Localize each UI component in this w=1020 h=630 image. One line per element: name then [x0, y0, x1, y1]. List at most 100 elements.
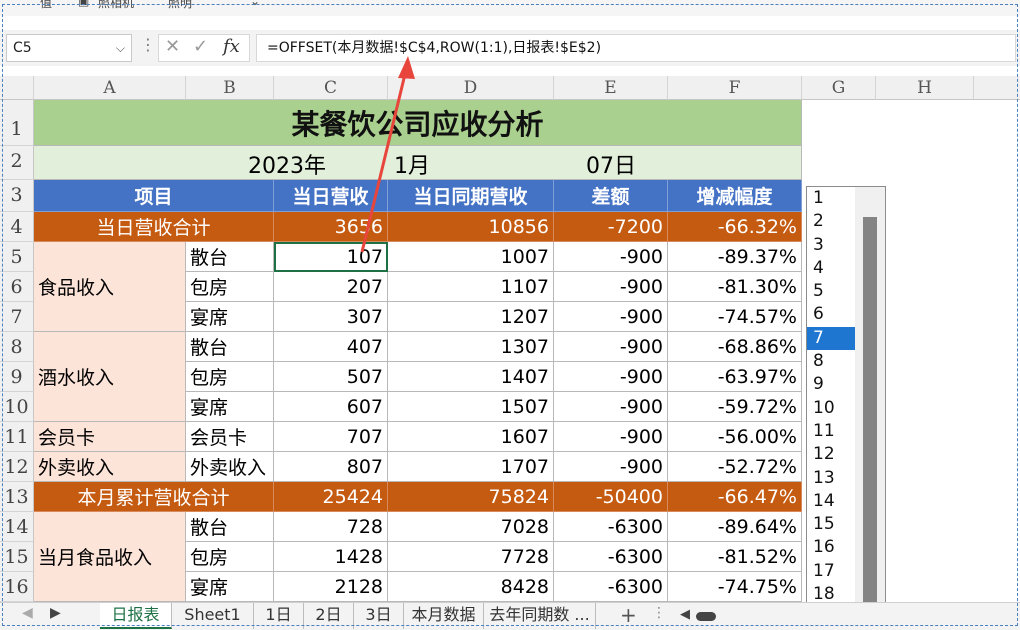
row-header[interactable]: 3 — [0, 180, 34, 212]
listbox-scrollbar[interactable] — [855, 187, 885, 603]
month-total-diff[interactable]: -50400 — [554, 482, 668, 512]
cell-today[interactable]: 707 — [274, 422, 388, 452]
cell-sub[interactable]: 包房 — [186, 362, 274, 392]
chevron-down-icon[interactable]: ⌵ — [116, 35, 125, 61]
cell-diff[interactable]: -900 — [554, 332, 668, 362]
cell-same[interactable]: 1107 — [388, 272, 554, 302]
cell-sub[interactable]: 会员卡 — [186, 422, 274, 452]
cell-diff[interactable]: -6300 — [554, 512, 668, 542]
cell-sub[interactable]: 散台 — [186, 242, 274, 272]
ribbon-button-value[interactable]: 值 — [40, 0, 52, 11]
cell-sub[interactable]: 散台 — [186, 332, 274, 362]
cell-diff[interactable]: -900 — [554, 422, 668, 452]
cell-diff[interactable]: -900 — [554, 242, 668, 272]
cell-same[interactable]: 1407 — [388, 362, 554, 392]
sheet-tab[interactable]: 2日 — [304, 603, 354, 629]
row-header[interactable]: 9 — [0, 362, 34, 392]
row-header[interactable]: 7 — [0, 302, 34, 332]
cell-sub[interactable]: 宴席 — [186, 392, 274, 422]
cell-same[interactable]: 1007 — [388, 242, 554, 272]
report-title[interactable]: 某餐饮公司应收分析 — [34, 100, 802, 146]
cell-rate[interactable]: -52.72% — [668, 452, 802, 482]
add-sheet-icon[interactable]: + — [620, 603, 637, 627]
group-drink[interactable]: 酒水收入 — [34, 332, 186, 422]
cell-today[interactable]: 307 — [274, 302, 388, 332]
cell-same[interactable]: 7028 — [388, 512, 554, 542]
cell-rate[interactable]: -63.97% — [668, 362, 802, 392]
horizontal-scroll-thumb[interactable] — [696, 612, 716, 621]
cell-today[interactable]: 2128 — [274, 572, 388, 602]
cell-today[interactable]: 507 — [274, 362, 388, 392]
cell-sub[interactable]: 散台 — [186, 512, 274, 542]
sheet-tab[interactable]: 1日 — [254, 603, 304, 629]
row-header[interactable]: 15 — [0, 542, 34, 572]
row-header[interactable]: 6 — [0, 272, 34, 302]
header-today[interactable]: 当日营收 — [274, 180, 388, 212]
row-header[interactable]: 10 — [0, 392, 34, 422]
day-listbox[interactable]: 1 2 3 4 5 6 7 8 9 10 11 12 13 14 15 16 17 18 — [806, 186, 886, 604]
date-year[interactable]: 2023年 — [244, 150, 334, 178]
select-all-corner[interactable] — [0, 76, 34, 100]
cell-rate[interactable]: -89.64% — [668, 512, 802, 542]
cell-rate[interactable]: -56.00% — [668, 422, 802, 452]
cell-diff[interactable]: -6300 — [554, 542, 668, 572]
cell-sub[interactable]: 包房 — [186, 272, 274, 302]
cell-diff[interactable]: -900 — [554, 452, 668, 482]
cell-diff[interactable]: -900 — [554, 302, 668, 332]
cell-same[interactable]: 1307 — [388, 332, 554, 362]
group-food[interactable]: 食品收入 — [34, 242, 186, 332]
cell-same[interactable]: 7728 — [388, 542, 554, 572]
column-header-b[interactable]: B — [186, 76, 274, 100]
month-total-label[interactable]: 本月累计营收合计 — [34, 482, 274, 512]
cell-rate[interactable]: -68.86% — [668, 332, 802, 362]
cell-rate[interactable]: -59.72% — [668, 392, 802, 422]
cell-same[interactable]: 1607 — [388, 422, 554, 452]
chevron-down-icon[interactable]: ⌄ — [250, 0, 260, 8]
cell-rate[interactable]: -74.75% — [668, 572, 802, 602]
header-diff[interactable]: 差额 — [554, 180, 668, 212]
prev-sheet-icon[interactable]: ◀ — [22, 605, 33, 621]
cell-diff[interactable]: -6300 — [554, 572, 668, 602]
cell-same[interactable]: 8428 — [388, 572, 554, 602]
group-month-food[interactable]: 当月食品收入 — [34, 512, 186, 602]
column-header-f[interactable]: F — [668, 76, 802, 100]
scroll-left-icon[interactable]: ◀ — [680, 607, 690, 622]
cell-sub[interactable]: 宴席 — [186, 572, 274, 602]
row-header[interactable]: 16 — [0, 572, 34, 602]
row-header[interactable]: 5 — [0, 242, 34, 272]
cell-today[interactable]: 1428 — [274, 542, 388, 572]
header-item[interactable]: 项目 — [34, 180, 274, 212]
month-total-same[interactable]: 75824 — [388, 482, 554, 512]
sheet-tab[interactable]: Sheet1 — [172, 603, 254, 629]
column-header-g[interactable]: G — [802, 76, 876, 100]
cell-rate[interactable]: -81.52% — [668, 542, 802, 572]
name-box[interactable]: C5 ⌵ — [6, 34, 132, 62]
enter-icon[interactable]: ✓ — [193, 36, 208, 57]
fx-icon[interactable]: fx — [223, 36, 240, 57]
ribbon-button-light[interactable]: 照明 — [168, 0, 192, 11]
cell-today[interactable]: 607 — [274, 392, 388, 422]
cell-rate[interactable]: -74.57% — [668, 302, 802, 332]
cell-sub[interactable]: 外卖收入 — [186, 452, 274, 482]
cell-today[interactable]: 728 — [274, 512, 388, 542]
daily-total-label[interactable]: 当日营收合计 — [34, 212, 274, 242]
cancel-icon[interactable]: ✕ — [165, 36, 180, 57]
row-header[interactable]: 4 — [0, 212, 34, 242]
daily-total-today[interactable]: 3656 — [274, 212, 388, 242]
sheet-tab[interactable]: 3日 — [354, 603, 404, 629]
cell-same[interactable]: 1507 — [388, 392, 554, 422]
cell-sub[interactable]: 包房 — [186, 542, 274, 572]
cell-today[interactable]: 407 — [274, 332, 388, 362]
date-day[interactable]: 07日 — [582, 150, 652, 178]
group-member[interactable]: 会员卡 — [34, 422, 186, 452]
cell-today[interactable]: 807 — [274, 452, 388, 482]
row-header[interactable]: 11 — [0, 422, 34, 452]
cell-today[interactable]: 207 — [274, 272, 388, 302]
sheet-tab[interactable]: 日报表 — [100, 603, 172, 629]
column-header-d[interactable]: D — [388, 76, 554, 100]
ribbon-button-camera[interactable]: 照相机 — [98, 0, 134, 11]
column-header-e[interactable]: E — [554, 76, 668, 100]
group-takeout[interactable]: 外卖收入 — [34, 452, 186, 482]
daily-total-rate[interactable]: -66.32% — [668, 212, 802, 242]
cell-diff[interactable]: -900 — [554, 362, 668, 392]
